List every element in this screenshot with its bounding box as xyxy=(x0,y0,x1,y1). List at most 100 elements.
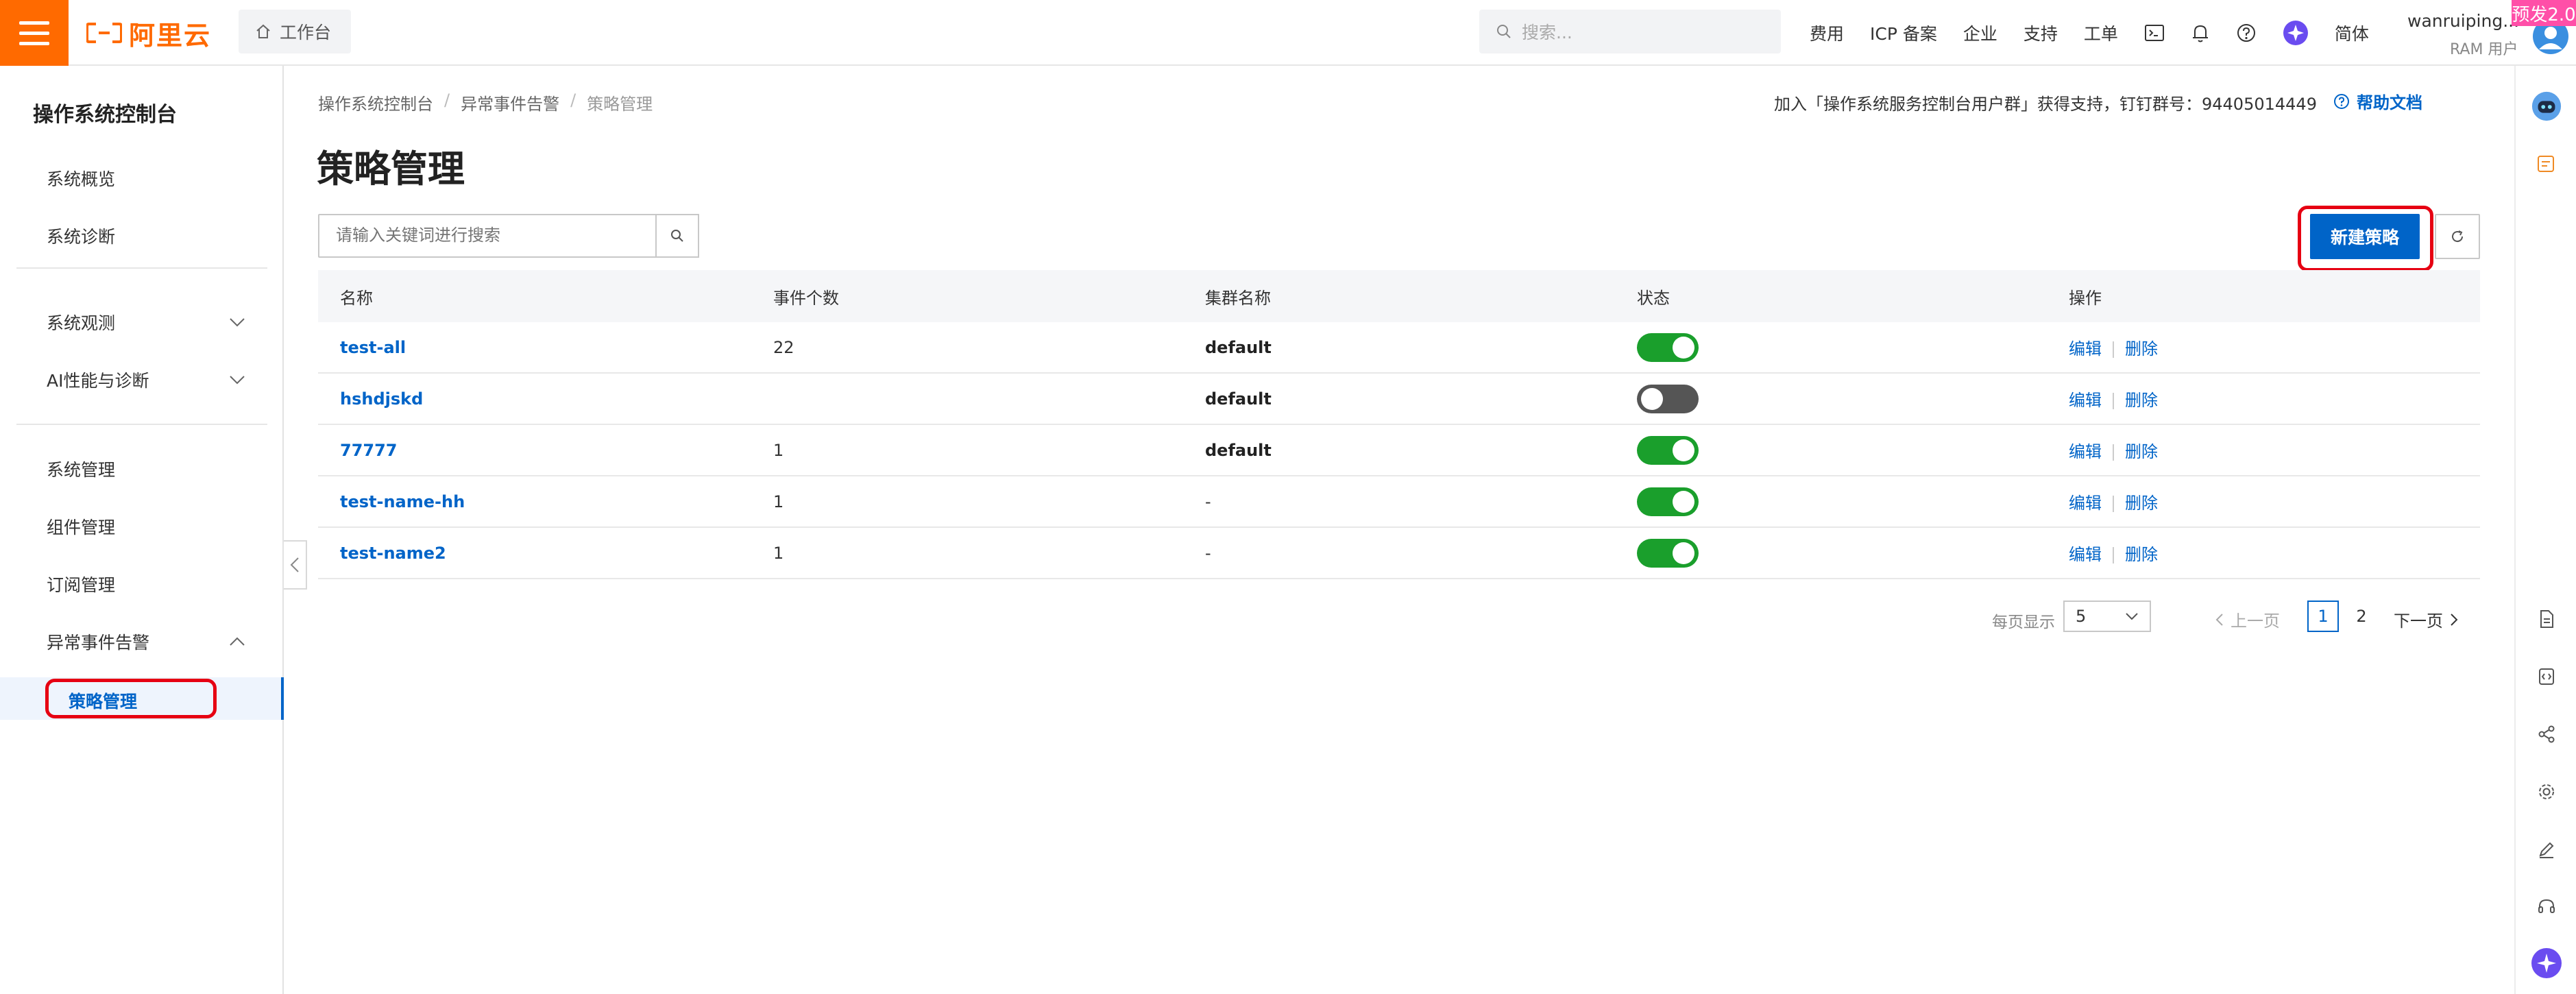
sidebar-item-event-alert[interactable]: 异常事件告警 xyxy=(47,629,245,654)
keyword-search-input[interactable] xyxy=(318,214,657,258)
cluster-name: - xyxy=(1205,492,1211,511)
chevron-down-icon xyxy=(230,376,245,385)
page-title: 策略管理 xyxy=(317,147,465,191)
delete-link[interactable]: 删除 xyxy=(2125,545,2158,564)
column-header-actions: 操作 xyxy=(2069,288,2102,308)
refresh-icon xyxy=(2452,230,2464,243)
next-page-label: 下一页 xyxy=(2394,611,2443,631)
refresh-button[interactable] xyxy=(2435,214,2480,259)
sidebar-item-diagnosis[interactable]: 系统诊断 xyxy=(47,223,245,248)
chevron-down-icon xyxy=(230,318,245,327)
nav-enterprise-link[interactable]: 企业 xyxy=(1963,21,1997,45)
workbench-label: 工作台 xyxy=(280,23,332,43)
help-icon[interactable] xyxy=(2236,23,2257,43)
highlight-box-sidebar xyxy=(45,679,217,718)
ai-assistant-icon[interactable] xyxy=(2283,20,2309,46)
search-button[interactable] xyxy=(655,214,699,258)
share-icon[interactable] xyxy=(2531,718,2562,750)
global-search-input[interactable]: 搜索... xyxy=(1479,10,1781,53)
notes-icon[interactable] xyxy=(2531,148,2562,180)
sidebar-collapse-button[interactable] xyxy=(284,540,307,590)
delete-link[interactable]: 删除 xyxy=(2125,339,2158,359)
help-docs-label: 帮助文档 xyxy=(2357,93,2422,112)
page-number-1[interactable]: 1 xyxy=(2307,601,2339,632)
status-toggle[interactable] xyxy=(1637,435,1699,465)
delete-link[interactable]: 删除 xyxy=(2125,494,2158,513)
edit-link[interactable]: 编辑 xyxy=(2069,545,2102,564)
robot-assistant-icon[interactable] xyxy=(2531,90,2562,122)
status-toggle[interactable] xyxy=(1637,538,1699,568)
delete-link[interactable]: 删除 xyxy=(2125,442,2158,461)
next-page-button[interactable]: 下一页 xyxy=(2394,607,2458,631)
policy-name-link[interactable]: 77777 xyxy=(340,441,398,460)
sidebar-item-component-management[interactable]: 组件管理 xyxy=(47,514,245,539)
policy-name-link[interactable]: test-name2 xyxy=(340,544,446,563)
per-page-label: 每页显示 xyxy=(1992,614,2055,631)
sidebar-item-observation[interactable]: 系统观测 xyxy=(47,310,245,335)
status-toggle[interactable] xyxy=(1637,487,1699,516)
sidebar-item-overview[interactable]: 系统概览 xyxy=(47,166,245,191)
cluster-name: default xyxy=(1205,389,1272,409)
cluster-name: default xyxy=(1205,440,1272,460)
help-circle-icon xyxy=(2334,93,2349,109)
breadcrumb-item-event-alert[interactable]: 异常事件告警 xyxy=(461,90,559,114)
document-icon[interactable] xyxy=(2531,603,2562,635)
column-header-count: 事件个数 xyxy=(773,288,839,308)
page-number-2[interactable]: 2 xyxy=(2346,601,2377,632)
help-docs-link[interactable]: 帮助文档 xyxy=(2333,89,2422,113)
top-navigation-bar: 阿里云 工作台 搜索... 费用 ICP 备案 企业 支持 工单 简体 wanr… xyxy=(0,0,2576,66)
breadcrumb-item-console[interactable]: 操作系统控制台 xyxy=(318,90,433,114)
breadcrumb: 操作系统控制台 / 异常事件告警 / 策略管理 xyxy=(318,90,653,114)
sidebar-title: 操作系统控制台 xyxy=(33,103,177,127)
status-toggle[interactable] xyxy=(1637,332,1699,362)
sidebar-item-label: 系统管理 xyxy=(47,460,116,480)
customer-service-icon[interactable] xyxy=(2531,891,2562,923)
preview-env-badge: 预发2.0 xyxy=(2512,0,2576,26)
status-toggle[interactable] xyxy=(1637,384,1699,413)
table-row: hshdjskd default 编辑 删除 xyxy=(318,374,2480,425)
event-count: 1 xyxy=(773,492,784,511)
terminal-icon[interactable] xyxy=(2144,24,2165,42)
settings-gear-icon[interactable] xyxy=(2531,776,2562,808)
nav-fees-link[interactable]: 费用 xyxy=(1810,21,1844,45)
delete-link[interactable]: 删除 xyxy=(2125,391,2158,410)
active-indicator xyxy=(281,677,284,720)
prev-page-button[interactable]: 上一页 xyxy=(2215,607,2280,631)
edit-link[interactable]: 编辑 xyxy=(2069,391,2102,410)
nav-icp-link[interactable]: ICP 备案 xyxy=(1870,21,1937,45)
policy-name-link[interactable]: test-name-hh xyxy=(340,492,465,511)
edit-link[interactable]: 编辑 xyxy=(2069,442,2102,461)
sidebar-item-label: 订阅管理 xyxy=(47,575,116,595)
policy-name-link[interactable]: hshdjskd xyxy=(340,389,423,409)
sidebar-item-system-management[interactable]: 系统管理 xyxy=(47,457,245,481)
sidebar-item-label: 系统概览 xyxy=(47,169,116,189)
edit-link[interactable]: 编辑 xyxy=(2069,339,2102,359)
sidebar: 操作系统控制台 系统概览 系统诊断 系统观测 AI性能与诊断 系统管理 组件管理… xyxy=(0,66,284,994)
table-header: 名称 事件个数 集群名称 状态 操作 xyxy=(318,270,2480,322)
language-switch[interactable]: 简体 xyxy=(2335,21,2369,45)
api-code-icon[interactable] xyxy=(2531,661,2562,692)
ai-sparkle-icon[interactable] xyxy=(2531,947,2562,979)
hamburger-menu-button[interactable] xyxy=(0,0,69,66)
per-page-select[interactable]: 5 xyxy=(2063,601,2151,632)
workbench-button[interactable]: 工作台 xyxy=(239,10,351,53)
bell-icon[interactable] xyxy=(2191,23,2210,43)
policy-name-link[interactable]: test-all xyxy=(340,338,406,357)
breadcrumb-item-current: 策略管理 xyxy=(587,95,653,114)
edit-link[interactable]: 编辑 xyxy=(2069,494,2102,513)
nav-support-link[interactable]: 支持 xyxy=(2024,21,2058,45)
nav-ticket-link[interactable]: 工单 xyxy=(2084,21,2118,45)
chevron-left-icon xyxy=(2215,613,2223,626)
event-count: 1 xyxy=(773,543,784,563)
table-row: test-all 22 default 编辑 删除 xyxy=(318,322,2480,374)
event-count: 1 xyxy=(773,440,784,460)
aliyun-logo[interactable]: 阿里云 xyxy=(86,16,211,51)
sidebar-divider xyxy=(16,267,267,269)
search-icon xyxy=(1497,25,1511,38)
sidebar-item-subscription-management[interactable]: 订阅管理 xyxy=(47,572,245,596)
feedback-edit-icon[interactable] xyxy=(2531,834,2562,865)
cluster-name: - xyxy=(1205,543,1211,563)
sidebar-divider xyxy=(16,424,267,425)
sidebar-item-ai-performance[interactable]: AI性能与诊断 xyxy=(47,367,245,392)
chevron-up-icon xyxy=(230,637,245,646)
